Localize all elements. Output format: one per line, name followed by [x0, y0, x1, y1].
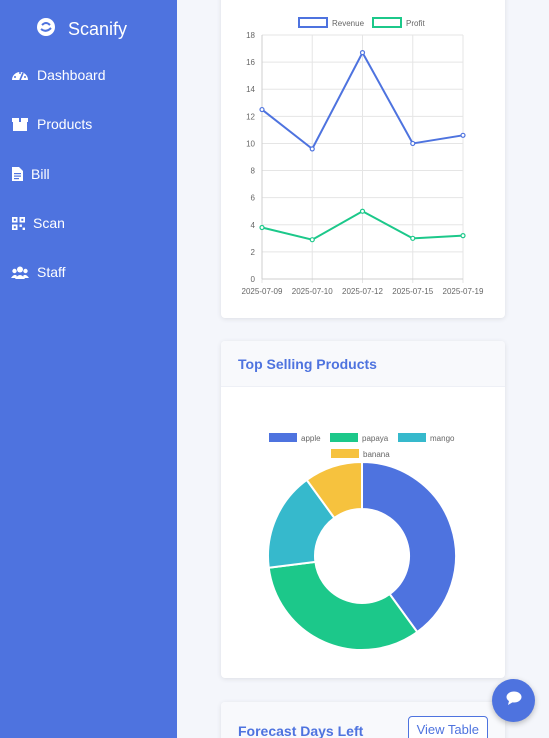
sidebar-item-label: Scan [33, 215, 65, 231]
y-tick-label: 16 [246, 58, 255, 67]
data-point [460, 132, 466, 138]
legend-swatch [298, 17, 328, 28]
users-icon [11, 264, 29, 280]
card-title: Forecast Days Left [238, 723, 364, 738]
sidebar-item-label: Staff [37, 264, 66, 280]
top-selling-card: Top Selling Products apple papaya mango ban… [221, 341, 505, 678]
x-tick-label: 2025-07-15 [392, 287, 433, 296]
y-tick-label: 12 [246, 112, 255, 121]
chart-legend: apple papaya mango banana [269, 433, 455, 459]
y-tick-label: 8 [251, 167, 256, 176]
data-point [410, 235, 416, 241]
legend-swatch [331, 449, 359, 458]
data-point [309, 237, 315, 243]
legend-swatch [372, 17, 402, 28]
sidebar-item-staff[interactable]: Staff [11, 264, 66, 280]
sidebar-item-label: Bill [31, 166, 50, 182]
sidebar-item-label: Products [37, 116, 93, 132]
data-point [259, 224, 265, 231]
data-point [359, 208, 366, 214]
legend-label: banana [363, 450, 390, 459]
chart-legend: Revenue Profit [298, 17, 425, 28]
sidebar-item-label: Dashboard [37, 67, 106, 83]
x-tick-label: 2025-07-10 [292, 287, 333, 296]
legend-swatch [269, 433, 297, 442]
view-table-button[interactable]: View Table [407, 716, 488, 738]
chat-bubble-icon [506, 691, 522, 710]
data-point [309, 146, 315, 152]
sidebar-item-products[interactable]: Products [11, 116, 92, 132]
legend-label: mango [430, 434, 455, 443]
card-header: Top Selling Products [221, 341, 505, 387]
forecast-card: Forecast Days Left View Table [221, 702, 505, 738]
legend-label: apple [301, 434, 321, 443]
sidebar: Scanify Dashboard Products Bill Scan Sta… [0, 0, 177, 738]
legend-label: papaya [362, 434, 389, 443]
line-chart: Revenue Profit 0 2 4 6 8 10 12 14 16 18 2025-07-09 20… [242, 17, 484, 296]
y-tick-label: 0 [251, 275, 256, 284]
sidebar-item-bill[interactable]: Bill [11, 166, 50, 182]
legend-swatch [398, 433, 426, 442]
sidebar-item-dashboard[interactable]: Dashboard [11, 67, 106, 83]
y-tick-label: 4 [251, 221, 256, 230]
y-tick-label: 14 [246, 85, 255, 94]
chat-button[interactable] [492, 679, 535, 722]
card-title: Top Selling Products [238, 355, 377, 372]
data-point [359, 50, 366, 56]
x-tick-label: 2025-07-19 [443, 287, 484, 296]
brand-logo-icon [36, 17, 56, 42]
legend-label: Profit [406, 19, 425, 28]
file-icon [11, 166, 23, 182]
data-point [460, 233, 466, 239]
gauge-icon [11, 67, 29, 83]
x-tick-label: 2025-07-12 [342, 287, 383, 296]
doughnut-chart: apple papaya mango banana [267, 433, 457, 651]
brand[interactable]: Scanify [36, 17, 127, 42]
box-icon [11, 116, 29, 132]
y-tick-label: 2 [251, 248, 256, 257]
x-tick-label: 2025-07-09 [242, 287, 283, 296]
data-point [259, 106, 265, 113]
legend-label: Revenue [332, 19, 365, 28]
qr-icon [11, 215, 25, 231]
y-tick-label: 18 [246, 31, 255, 40]
y-tick-label: 6 [251, 194, 256, 203]
legend-swatch [330, 433, 358, 442]
sales-trend-card: Revenue Profit 0 2 4 6 8 10 12 14 16 18 2025-07-09 20… [221, 0, 505, 318]
brand-name: Scanify [68, 19, 128, 39]
slice-papaya [267, 560, 419, 651]
sidebar-item-scan[interactable]: Scan [11, 215, 65, 231]
data-point [410, 140, 416, 147]
y-tick-label: 10 [246, 139, 255, 148]
